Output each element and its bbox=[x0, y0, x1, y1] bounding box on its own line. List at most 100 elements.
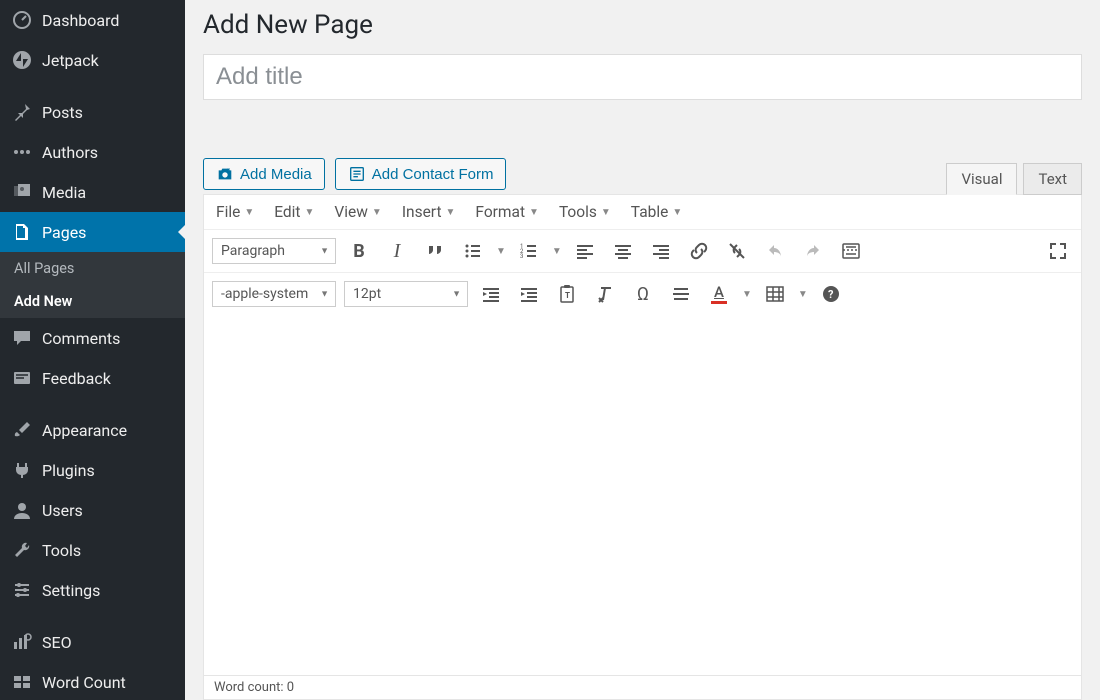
fullscreen-button[interactable] bbox=[1043, 236, 1073, 266]
align-right-button[interactable] bbox=[646, 236, 676, 266]
title-input[interactable] bbox=[203, 54, 1082, 100]
chevron-down-icon[interactable]: ▼ bbox=[742, 289, 752, 300]
add-media-button[interactable]: Add Media bbox=[203, 158, 325, 190]
sidebar-item-seo[interactable]: SEO bbox=[0, 622, 185, 662]
align-left-button[interactable] bbox=[570, 236, 600, 266]
sidebar-item-tools[interactable]: Tools bbox=[0, 530, 185, 570]
add-contact-form-button[interactable]: Add Contact Form bbox=[335, 158, 507, 190]
clear-formatting-button[interactable] bbox=[590, 279, 620, 309]
sidebar-sub-add-new[interactable]: Add New bbox=[0, 285, 185, 318]
button-label: Add Media bbox=[240, 166, 312, 183]
status-bar: Word count: 0 bbox=[204, 675, 1081, 699]
menu-file[interactable]: File▼ bbox=[216, 203, 254, 221]
menu-table[interactable]: Table▼ bbox=[631, 203, 682, 221]
sidebar-sub-all-pages[interactable]: All Pages bbox=[0, 252, 185, 285]
align-center-button[interactable] bbox=[608, 236, 638, 266]
chevron-down-icon: ▼ bbox=[304, 207, 314, 218]
outdent-button[interactable] bbox=[476, 279, 506, 309]
font-size-select[interactable]: 12pt bbox=[344, 281, 468, 307]
jetpack-icon bbox=[12, 50, 32, 70]
sidebar-item-label: Appearance bbox=[42, 421, 127, 440]
sidebar-item-label: Users bbox=[42, 501, 83, 520]
chevron-down-icon: ▼ bbox=[601, 207, 611, 218]
menu-format[interactable]: Format▼ bbox=[475, 203, 539, 221]
link-button[interactable] bbox=[684, 236, 714, 266]
sidebar-item-authors[interactable]: Authors bbox=[0, 132, 185, 172]
svg-text:3: 3 bbox=[520, 253, 523, 260]
brush-icon bbox=[12, 420, 32, 440]
media-icon bbox=[12, 182, 32, 202]
sliders-icon bbox=[12, 580, 32, 600]
chevron-down-icon: ▼ bbox=[672, 207, 682, 218]
sidebar-item-wordcount[interactable]: Word Count bbox=[0, 662, 185, 700]
redo-button[interactable] bbox=[798, 236, 828, 266]
menu-edit[interactable]: Edit▼ bbox=[274, 203, 314, 221]
font-family-select[interactable]: -apple-system bbox=[212, 281, 336, 307]
tab-visual[interactable]: Visual bbox=[946, 163, 1017, 195]
paste-text-button[interactable]: T bbox=[552, 279, 582, 309]
sidebar-item-jetpack[interactable]: Jetpack bbox=[0, 40, 185, 80]
blockquote-button[interactable] bbox=[420, 236, 450, 266]
sidebar-item-label: Dashboard bbox=[42, 11, 119, 30]
sidebar-item-dashboard[interactable]: Dashboard bbox=[0, 0, 185, 40]
sidebar-item-plugins[interactable]: Plugins bbox=[0, 450, 185, 490]
chevron-down-icon[interactable]: ▼ bbox=[798, 289, 808, 300]
sidebar-item-users[interactable]: Users bbox=[0, 490, 185, 530]
admin-sidebar: Dashboard Jetpack Posts Authors Media Pa… bbox=[0, 0, 185, 700]
bullet-list-button[interactable] bbox=[458, 236, 488, 266]
menu-view[interactable]: View▼ bbox=[334, 203, 381, 221]
bold-button[interactable]: B bbox=[344, 236, 374, 266]
user-icon bbox=[12, 500, 32, 520]
sidebar-item-label: Media bbox=[42, 183, 86, 202]
italic-button[interactable]: I bbox=[382, 236, 412, 266]
pin-icon bbox=[12, 102, 32, 122]
table-button[interactable] bbox=[760, 279, 790, 309]
read-more-button[interactable] bbox=[836, 236, 866, 266]
horizontal-rule-button[interactable] bbox=[666, 279, 696, 309]
editor-menubar: File▼ Edit▼ View▼ Insert▼ Format▼ Tools▼… bbox=[204, 195, 1081, 229]
chevron-down-icon: ▼ bbox=[244, 207, 254, 218]
format-select[interactable]: Paragraph bbox=[212, 238, 336, 264]
svg-text:?: ? bbox=[828, 288, 834, 301]
chevron-down-icon[interactable]: ▼ bbox=[552, 246, 562, 257]
sidebar-item-media[interactable]: Media bbox=[0, 172, 185, 212]
sidebar-item-label: Feedback bbox=[42, 369, 111, 388]
media-buttons-row: Add Media Add Contact Form Visual Text bbox=[203, 158, 1082, 190]
numbered-list-button[interactable]: 123 bbox=[514, 236, 544, 266]
sidebar-item-label: Posts bbox=[42, 103, 83, 122]
sidebar-item-label: Settings bbox=[42, 581, 100, 600]
text-color-button[interactable]: A bbox=[704, 279, 734, 309]
editor-canvas[interactable] bbox=[204, 315, 1081, 675]
sidebar-item-feedback[interactable]: Feedback bbox=[0, 358, 185, 398]
unlink-button[interactable] bbox=[722, 236, 752, 266]
plug-icon bbox=[12, 460, 32, 480]
sidebar-item-comments[interactable]: Comments bbox=[0, 318, 185, 358]
sidebar-item-label: SEO bbox=[42, 633, 72, 652]
menu-tools[interactable]: Tools▼ bbox=[559, 203, 611, 221]
dashboard-icon bbox=[12, 10, 32, 30]
sidebar-item-label: Word Count bbox=[42, 673, 126, 692]
sidebar-item-pages[interactable]: Pages bbox=[0, 212, 185, 252]
seo-icon bbox=[12, 632, 32, 652]
sidebar-item-label: Jetpack bbox=[42, 51, 99, 70]
chevron-down-icon[interactable]: ▼ bbox=[496, 246, 506, 257]
main-content: Add New Page Add Media Add Contact Form … bbox=[185, 0, 1100, 700]
sidebar-item-label: Tools bbox=[42, 541, 81, 560]
tab-text[interactable]: Text bbox=[1023, 163, 1082, 195]
pages-icon bbox=[12, 222, 32, 242]
sidebar-item-posts[interactable]: Posts bbox=[0, 92, 185, 132]
sidebar-item-settings[interactable]: Settings bbox=[0, 570, 185, 610]
word-count-value: 0 bbox=[287, 680, 294, 695]
word-count-label: Word count: bbox=[214, 680, 287, 695]
svg-text:T: T bbox=[565, 291, 570, 300]
undo-button[interactable] bbox=[760, 236, 790, 266]
menu-insert[interactable]: Insert▼ bbox=[402, 203, 456, 221]
chevron-down-icon: ▼ bbox=[529, 207, 539, 218]
sidebar-item-appearance[interactable]: Appearance bbox=[0, 410, 185, 450]
special-char-button[interactable]: Ω bbox=[628, 279, 658, 309]
chevron-down-icon: ▼ bbox=[446, 207, 456, 218]
editor-container: File▼ Edit▼ View▼ Insert▼ Format▼ Tools▼… bbox=[203, 194, 1082, 700]
help-button[interactable]: ? bbox=[816, 279, 846, 309]
indent-button[interactable] bbox=[514, 279, 544, 309]
ellipsis-icon bbox=[12, 142, 32, 162]
